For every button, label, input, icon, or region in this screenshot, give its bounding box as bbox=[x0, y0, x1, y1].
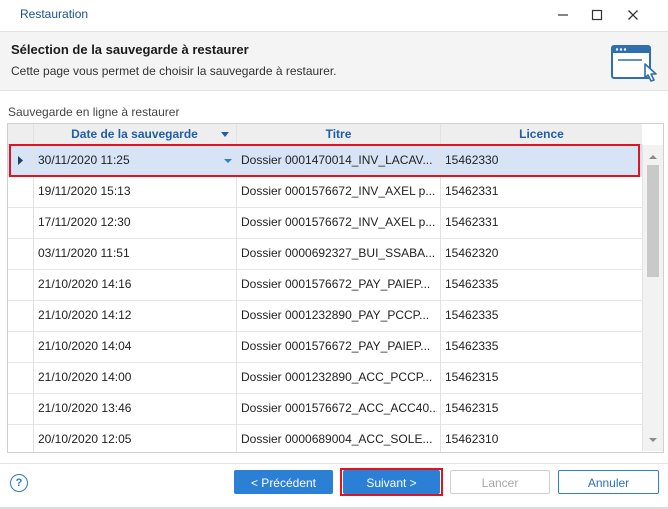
row-indicator[interactable] bbox=[8, 176, 33, 207]
table-row[interactable]: 21/10/2020 14:12 Dossier 0001232890_PAY_P… bbox=[8, 300, 642, 332]
row-indicator[interactable] bbox=[8, 238, 33, 269]
row-indicator[interactable] bbox=[8, 300, 33, 331]
column-header-date[interactable]: Date de la sauvegarde bbox=[33, 124, 236, 144]
page-title: Sélection de la sauvegarde à restaurer bbox=[11, 42, 249, 57]
table-row[interactable]: 20/10/2020 12:05 Dossier 0000689004_ACC_S… bbox=[8, 424, 642, 452]
column-header-titre[interactable]: Titre bbox=[237, 124, 440, 144]
cell-titre[interactable]: Dossier 0001470014_INV_LACAV... bbox=[241, 145, 437, 176]
cell-licence[interactable]: 15462335 bbox=[445, 300, 635, 331]
page-description: Cette page vous permet de choisir la sau… bbox=[11, 64, 337, 78]
footer-divider bbox=[0, 463, 668, 464]
cell-licence[interactable]: 15462315 bbox=[445, 393, 635, 424]
table-row[interactable]: 21/10/2020 13:46 Dossier 0001576672_ACC_A… bbox=[8, 393, 642, 425]
table-row[interactable]: 03/11/2020 11:51 Dossier 0000692327_BUI_S… bbox=[8, 238, 642, 270]
window-cursor-icon bbox=[610, 40, 660, 87]
column-divider bbox=[440, 124, 441, 452]
row-indicator[interactable] bbox=[8, 331, 33, 362]
grid-section-label: Sauvegarde en ligne à restaurer bbox=[8, 105, 180, 119]
cell-licence[interactable]: 15462330 bbox=[445, 145, 635, 176]
cell-titre[interactable]: Dossier 0001232890_PAY_PCCP... bbox=[241, 300, 437, 331]
row-indicator[interactable] bbox=[8, 393, 33, 424]
scrollbar-thumb[interactable] bbox=[647, 165, 659, 277]
current-row-arrow-icon bbox=[18, 156, 23, 165]
table-row[interactable]: 17/11/2020 12:30 Dossier 0001576672_INV_A… bbox=[8, 207, 642, 239]
column-divider bbox=[33, 124, 34, 452]
cell-date[interactable]: 21/10/2020 14:12 bbox=[38, 300, 233, 331]
window-title: Restauration bbox=[20, 7, 89, 21]
cell-titre[interactable]: Dossier 0000689004_ACC_SOLE... bbox=[241, 424, 437, 452]
cell-date[interactable]: 21/10/2020 14:00 bbox=[38, 362, 233, 393]
vertical-scrollbar[interactable] bbox=[642, 145, 663, 451]
cell-date[interactable]: 21/10/2020 14:04 bbox=[38, 331, 233, 362]
help-icon[interactable]: ? bbox=[10, 474, 28, 492]
cell-titre[interactable]: Dossier 0001576672_INV_AXEL p... bbox=[241, 207, 437, 238]
previous-button[interactable]: < Précédent bbox=[234, 470, 333, 494]
cell-date[interactable]: 03/11/2020 11:51 bbox=[38, 238, 233, 269]
row-indicator[interactable] bbox=[8, 269, 33, 300]
title-bar: Restauration bbox=[0, 0, 668, 30]
close-icon[interactable] bbox=[620, 4, 646, 26]
row-indicator[interactable] bbox=[8, 424, 33, 452]
cell-date[interactable]: 20/10/2020 12:05 bbox=[38, 424, 233, 452]
cell-licence[interactable]: 15462335 bbox=[445, 331, 635, 362]
cell-titre[interactable]: Dossier 0001576672_ACC_ACC40... bbox=[241, 393, 437, 424]
row-indicator[interactable] bbox=[8, 145, 33, 176]
page-header: Sélection de la sauvegarde à restaurer C… bbox=[0, 31, 668, 91]
column-divider bbox=[236, 124, 237, 452]
maximize-icon[interactable] bbox=[584, 4, 610, 26]
cancel-button[interactable]: Annuler bbox=[558, 470, 659, 494]
scroll-down-icon[interactable] bbox=[648, 433, 658, 447]
dropdown-arrow-icon[interactable] bbox=[222, 145, 234, 176]
cell-licence[interactable]: 15462320 bbox=[445, 238, 635, 269]
cell-date[interactable]: 21/10/2020 14:16 bbox=[38, 269, 233, 300]
cell-licence[interactable]: 15462310 bbox=[445, 424, 635, 452]
scroll-up-icon[interactable] bbox=[648, 150, 658, 164]
cell-titre[interactable]: Dossier 0001576672_PAY_PAIEP... bbox=[241, 269, 437, 300]
table-row[interactable]: 21/10/2020 14:04 Dossier 0001576672_PAY_P… bbox=[8, 331, 642, 363]
cell-titre[interactable]: Dossier 0001576672_PAY_PAIEP... bbox=[241, 331, 437, 362]
cell-licence[interactable]: 15462331 bbox=[445, 176, 635, 207]
cell-titre[interactable]: Dossier 0001232890_ACC_PCCP... bbox=[241, 362, 437, 393]
cell-date[interactable]: 21/10/2020 13:46 bbox=[38, 393, 233, 424]
cell-date[interactable]: 19/11/2020 15:13 bbox=[38, 176, 233, 207]
grid-header: Date de la sauvegarde Titre Licence bbox=[8, 124, 642, 145]
cell-titre[interactable]: Dossier 0001576672_INV_AXEL p... bbox=[241, 176, 437, 207]
row-indicator[interactable] bbox=[8, 207, 33, 238]
table-row[interactable]: 21/10/2020 14:00 Dossier 0001232890_ACC_P… bbox=[8, 362, 642, 394]
cell-licence[interactable]: 15462315 bbox=[445, 362, 635, 393]
minimize-icon[interactable] bbox=[550, 4, 576, 26]
backup-grid: Date de la sauvegarde Titre Licence 30/1… bbox=[7, 123, 664, 453]
cell-licence[interactable]: 15462331 bbox=[445, 207, 635, 238]
launch-button[interactable]: Lancer bbox=[450, 470, 550, 494]
table-row[interactable]: 30/11/2020 11:25 Dossier 0001470014_INV_L… bbox=[8, 145, 642, 177]
cell-date[interactable]: 17/11/2020 12:30 bbox=[38, 207, 233, 238]
cell-licence[interactable]: 15462335 bbox=[445, 269, 635, 300]
row-indicator[interactable] bbox=[8, 362, 33, 393]
cell-date[interactable]: 30/11/2020 11:25 bbox=[38, 145, 233, 176]
table-row[interactable]: 21/10/2020 14:16 Dossier 0001576672_PAY_P… bbox=[8, 269, 642, 301]
table-row[interactable]: 19/11/2020 15:13 Dossier 0001576672_INV_A… bbox=[8, 176, 642, 208]
next-button[interactable]: Suivant > bbox=[343, 470, 440, 494]
cell-titre[interactable]: Dossier 0000692327_BUI_SSABA... bbox=[241, 238, 437, 269]
column-header-licence[interactable]: Licence bbox=[441, 124, 642, 144]
column-header-date-label: Date de la sauvegarde bbox=[71, 127, 198, 141]
